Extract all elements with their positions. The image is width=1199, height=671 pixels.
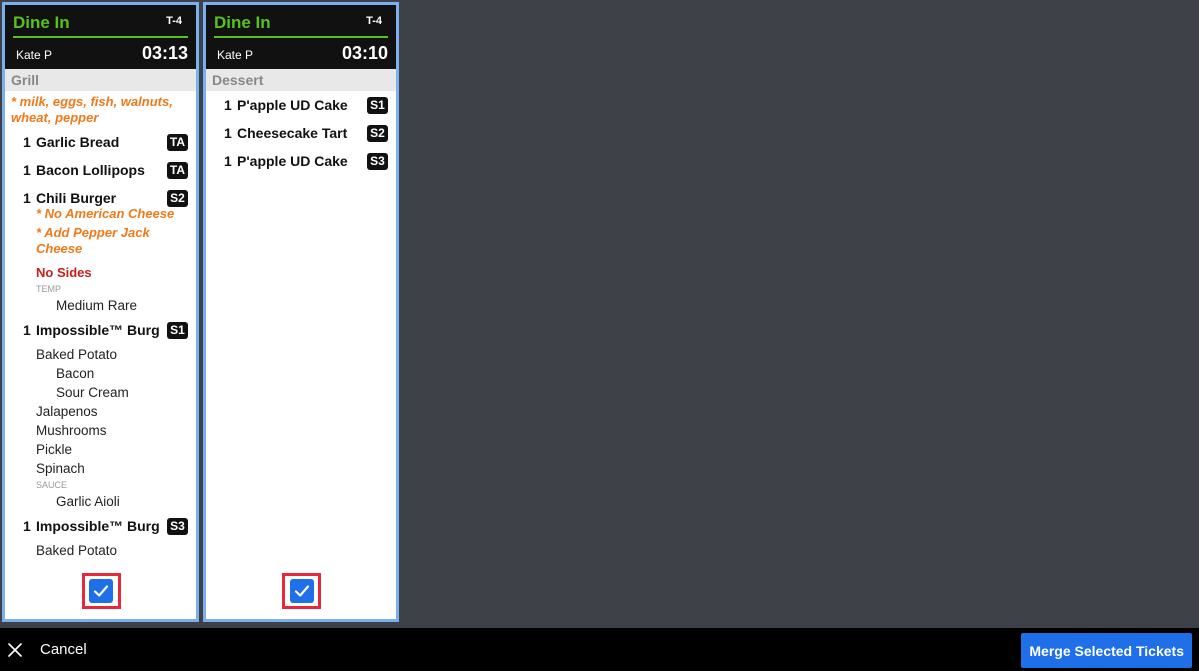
item-modifier: Sour Cream xyxy=(56,385,129,400)
ticket-select-checkbox[interactable] xyxy=(89,579,113,603)
server-name: Kate P xyxy=(217,48,254,62)
item-name: Cheesecake Tart xyxy=(237,125,348,141)
no-sides-note: No Sides xyxy=(36,265,92,280)
seat-badge: TA xyxy=(166,133,188,151)
station-label: Dessert xyxy=(206,69,396,91)
item-modifier: Mushrooms xyxy=(36,423,107,438)
item-name: P'apple UD Cake xyxy=(237,153,348,169)
item-qty: 1 xyxy=(224,125,232,141)
item-name: Bacon Lollipops xyxy=(36,162,145,178)
item-modifier: Jalapenos xyxy=(36,404,98,419)
item-modifier: Garlic Aioli xyxy=(56,494,120,509)
ticket-item: 1 Garlic Bread TA xyxy=(5,128,196,156)
item-qty: 1 xyxy=(23,134,31,150)
ticket-item: 1 Impossible™ Burg S1 xyxy=(5,316,196,344)
item-modifier: Spinach xyxy=(36,461,85,476)
ticket-item: 1 Bacon Lollipops TA xyxy=(5,156,196,184)
modifier-group-label: TEMP xyxy=(36,284,62,294)
item-modifier: * No American Cheese xyxy=(36,206,175,221)
header-divider xyxy=(214,36,388,38)
seat-badge: S1 xyxy=(367,96,388,114)
seat-badge: S2 xyxy=(167,189,188,207)
table-number: T-4 xyxy=(366,15,382,27)
table-number: T-4 xyxy=(166,15,182,27)
item-name: Chili Burger xyxy=(36,190,117,206)
ticket-timer: 03:10 xyxy=(341,43,388,63)
bottom-action-bar: Cancel Merge Selected Tickets xyxy=(0,628,1199,671)
cancel-label: Cancel xyxy=(40,641,87,658)
item-qty: 1 xyxy=(23,190,31,206)
item-name: Impossible™ Burg xyxy=(36,322,160,338)
item-qty: 1 xyxy=(23,162,31,178)
seat-badge: TA xyxy=(166,161,188,179)
station-label: Grill xyxy=(5,69,196,91)
item-modifier: Baked Potato xyxy=(36,347,118,362)
seat-badge: S2 xyxy=(367,124,388,142)
close-icon xyxy=(8,642,22,657)
ticket-select-highlight xyxy=(81,573,121,609)
ticket-item: 1 Impossible™ Burg S3 xyxy=(5,512,196,540)
ticket-select-checkbox[interactable] xyxy=(289,579,314,603)
ticket-item: 1 P'apple UD Cake S1 xyxy=(206,91,396,119)
header-divider xyxy=(13,36,188,38)
seat-badge: S3 xyxy=(367,152,388,170)
item-modifier: Medium Rare xyxy=(56,298,138,313)
modifier-group-label: SAUCE xyxy=(36,480,68,490)
ticket-item: 1 Cheesecake Tart S2 xyxy=(206,119,396,147)
ticket-timer: 03:13 xyxy=(141,43,188,63)
item-qty: 1 xyxy=(23,322,31,338)
order-type: Dine In xyxy=(13,13,70,32)
allergy-note: * milk, eggs, fish, walnuts, wheat, pepp… xyxy=(11,94,173,125)
ticket-header: Dine In T-4 Kate P 03:10 xyxy=(206,5,396,69)
item-qty: 1 xyxy=(224,97,232,113)
ticket-header: Dine In T-4 Kate P 03:13 xyxy=(5,5,196,69)
item-name: Garlic Bread xyxy=(36,134,120,150)
item-modifier: Bacon xyxy=(56,366,95,381)
seat-badge: S3 xyxy=(167,517,188,535)
merge-selected-tickets-button[interactable]: Merge Selected Tickets xyxy=(1021,633,1192,668)
item-qty: 1 xyxy=(23,518,31,534)
item-name: P'apple UD Cake xyxy=(237,97,348,113)
item-name: Impossible™ Burg xyxy=(36,518,160,534)
server-name: Kate P xyxy=(16,48,53,62)
item-modifier: * Add Pepper Jack Cheese xyxy=(36,225,150,256)
ticket-item: 1 P'apple UD Cake S3 xyxy=(206,147,396,175)
ticket-card-2[interactable]: Dine In T-4 Kate P 03:10 Dessert 1 P'app… xyxy=(203,2,399,622)
order-type: Dine In xyxy=(214,13,271,32)
item-qty: 1 xyxy=(224,153,232,169)
item-modifier: Pickle xyxy=(36,442,73,457)
checkmark-icon xyxy=(294,585,309,597)
checkmark-icon xyxy=(93,585,109,597)
ticket-card-1[interactable]: Dine In T-4 Kate P 03:13 Grill * milk, e… xyxy=(2,2,199,622)
cancel-button[interactable]: Cancel xyxy=(8,628,87,671)
ticket-select-highlight xyxy=(282,573,321,609)
seat-badge: S1 xyxy=(167,321,188,339)
item-modifier: Baked Potato xyxy=(36,543,118,558)
